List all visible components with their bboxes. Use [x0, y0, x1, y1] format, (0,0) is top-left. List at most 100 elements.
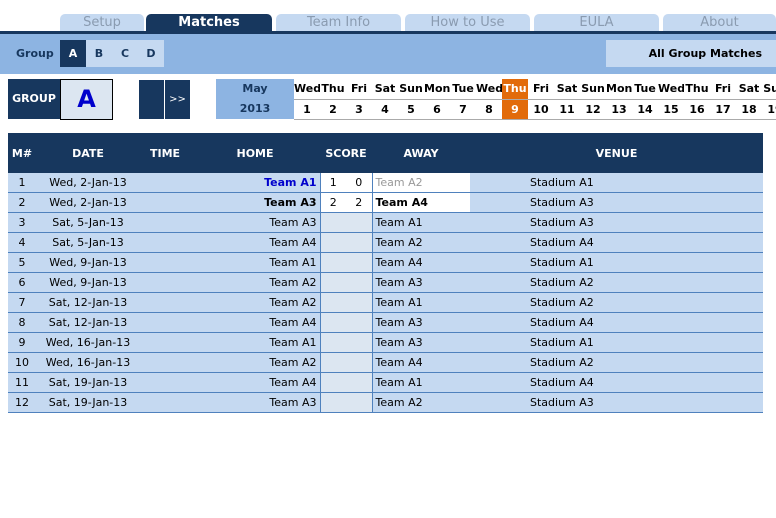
home-score[interactable] [319, 392, 346, 413]
calendar-day[interactable]: Tue 7 [450, 79, 476, 120]
match-time[interactable] [140, 292, 190, 313]
away-score[interactable] [346, 352, 372, 373]
next-button[interactable]: >> [165, 80, 190, 119]
away-score[interactable] [346, 372, 372, 393]
away-team: Team A1 [371, 212, 470, 233]
away-score[interactable] [346, 252, 372, 273]
away-score[interactable] [346, 332, 372, 353]
home-score[interactable] [319, 312, 346, 333]
tab-matches[interactable]: Matches [146, 14, 272, 31]
tab-team-info[interactable]: Team Info [276, 14, 401, 31]
calendar-day[interactable]: Sat 4 [372, 79, 398, 120]
calendar-day[interactable]: Mon 13 [606, 79, 632, 120]
away-score[interactable]: 2 [346, 192, 372, 213]
selected-group-value: A [60, 79, 113, 120]
table-row: 8 Sat, 12-Jan-13 Team A4 Team A3 Stadium… [8, 312, 763, 333]
match-time[interactable] [140, 252, 190, 273]
home-team: Team A1 [190, 332, 320, 353]
match-time[interactable] [140, 173, 190, 193]
calendar-weekday: Tue [450, 79, 476, 100]
calendar-day[interactable]: Thu 2 [320, 79, 346, 120]
home-score[interactable] [319, 352, 346, 373]
calendar-day[interactable]: Sat 11 [554, 79, 580, 120]
group-button-d[interactable]: D [138, 40, 164, 67]
home-team: Team A3 [190, 392, 320, 413]
away-team: Team A2 [371, 392, 470, 413]
calendar-date: 19 [767, 103, 776, 116]
away-score[interactable]: 0 [346, 173, 372, 193]
calendar-day[interactable]: Fri 3 [346, 79, 372, 120]
calendar-day[interactable]: Wed 8 [476, 79, 503, 120]
calendar-day[interactable]: Sat 18 [736, 79, 762, 120]
all-group-matches-button[interactable]: All Group Matches [606, 40, 776, 67]
home-score[interactable] [319, 272, 346, 293]
tab-setup[interactable]: Setup [60, 14, 144, 31]
away-score[interactable] [346, 292, 372, 313]
home-score[interactable] [319, 252, 346, 273]
venue: Stadium A4 [470, 312, 763, 333]
match-date: Wed, 9-Jan-13 [36, 252, 140, 273]
match-number: 3 [8, 212, 36, 233]
home-score[interactable] [319, 292, 346, 313]
calendar-day[interactable]: Sun 5 [398, 79, 424, 120]
home-team: Team A3 [190, 212, 320, 233]
calendar-day[interactable]: Thu 9 [502, 79, 528, 120]
tab-about[interactable]: About [663, 14, 776, 31]
match-time[interactable] [140, 192, 190, 213]
away-score[interactable] [346, 392, 372, 413]
calendar-weekday: Fri [710, 79, 736, 100]
calendar-day[interactable]: Wed 15 [658, 79, 685, 120]
calendar-month: May 2013 [216, 79, 294, 119]
away-score[interactable] [346, 312, 372, 333]
match-number: 5 [8, 252, 36, 273]
away-team: Team A4 [371, 352, 470, 373]
match-number: 9 [8, 332, 36, 353]
group-button-c[interactable]: C [112, 40, 138, 67]
home-score[interactable]: 2 [319, 192, 346, 213]
home-team: Team A1 [190, 173, 320, 193]
venue: Stadium A1 [470, 173, 763, 193]
match-time[interactable] [140, 392, 190, 413]
calendar-day[interactable]: Tue 14 [632, 79, 658, 120]
table-row: 12 Sat, 19-Jan-13 Team A3 Team A2 Stadiu… [8, 392, 763, 413]
match-number: 7 [8, 292, 36, 313]
tab-how-to-use[interactable]: How to Use [405, 14, 530, 31]
matches-table: M# DATE TIME HOME SCORE AWAY VENUE 1 Wed, 2-Ja… [8, 133, 763, 413]
match-date: Sat, 5-Jan-13 [36, 232, 140, 253]
home-score[interactable] [319, 332, 346, 353]
calendar-day[interactable]: Mon 6 [424, 79, 450, 120]
match-time[interactable] [140, 232, 190, 253]
calendar-date: 16 [689, 103, 705, 116]
group-button-a[interactable]: A [60, 40, 86, 67]
calendar-day[interactable]: Sun 19 [762, 79, 776, 120]
away-score[interactable] [346, 232, 372, 253]
calendar-day[interactable]: Fri 17 [710, 79, 736, 120]
group-button-b[interactable]: B [86, 40, 112, 67]
calendar-weekday: Thu [684, 79, 710, 100]
home-score[interactable] [319, 232, 346, 253]
home-score[interactable] [319, 372, 346, 393]
match-time[interactable] [140, 332, 190, 353]
calendar-day[interactable]: Thu 16 [684, 79, 710, 120]
home-team: Team A2 [190, 352, 320, 373]
calendar-date: 6 [433, 103, 441, 116]
prev-button[interactable] [139, 80, 164, 119]
away-score[interactable] [346, 212, 372, 233]
match-date: Wed, 16-Jan-13 [36, 332, 140, 353]
header-score: SCORE [320, 133, 372, 173]
away-score[interactable] [346, 272, 372, 293]
tab-eula[interactable]: EULA [534, 14, 659, 31]
calendar-weekday: Sun [398, 79, 424, 100]
calendar-weekday: Fri [528, 79, 554, 100]
calendar-weekday: Sat [736, 79, 762, 100]
match-time[interactable] [140, 212, 190, 233]
calendar-day[interactable]: Wed 1 [294, 79, 321, 120]
match-time[interactable] [140, 352, 190, 373]
home-score[interactable] [319, 212, 346, 233]
match-time[interactable] [140, 272, 190, 293]
calendar-day[interactable]: Fri 10 [528, 79, 554, 120]
calendar-day[interactable]: Sun 12 [580, 79, 606, 120]
home-score[interactable]: 1 [319, 173, 346, 193]
match-time[interactable] [140, 312, 190, 333]
match-time[interactable] [140, 372, 190, 393]
